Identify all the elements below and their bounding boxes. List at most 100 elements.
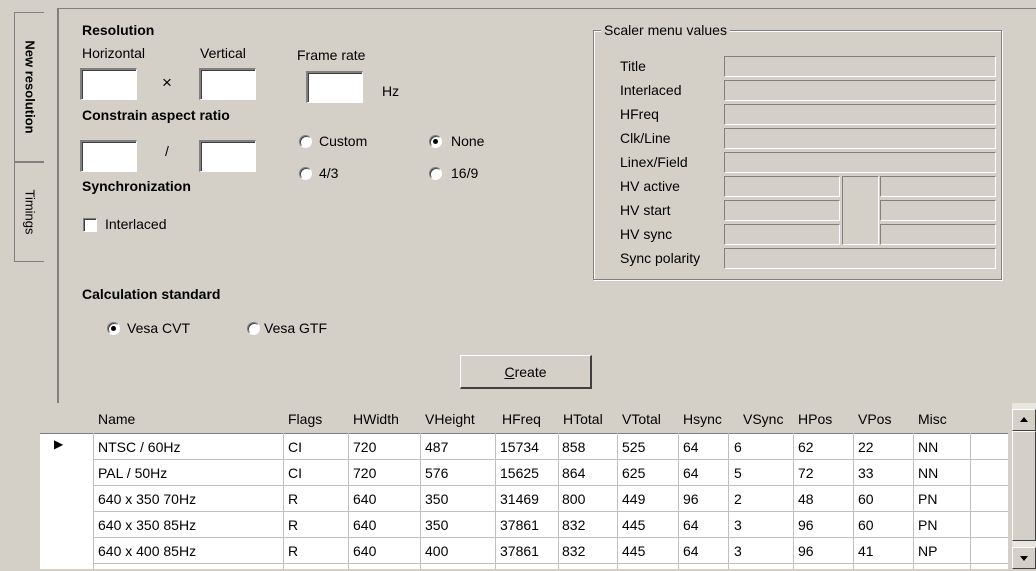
aspect-heading: Constrain aspect ratio — [82, 107, 230, 123]
cell-hwidth: 720 — [353, 439, 377, 455]
cell-flags: R — [288, 491, 299, 507]
interlaced-checkbox[interactable] — [83, 218, 97, 232]
hz-label: Hz — [382, 83, 400, 99]
col-header-hwidth[interactable]: HWidth — [353, 411, 399, 427]
cell-vheight: 487 — [425, 439, 449, 455]
resolution-table[interactable]: Name Flags HWidth VHeight HFreq HTotal V… — [40, 403, 1008, 569]
scroll-down-button[interactable] — [1012, 547, 1036, 569]
cell-flags: CI — [288, 465, 302, 481]
scaler-label-sync-polarity: Sync polarity — [620, 250, 701, 266]
scaler-value-title — [724, 56, 996, 77]
cell-name: PAL / 50Hz — [98, 465, 168, 481]
col-header-name[interactable]: Name — [98, 411, 135, 427]
scroll-up-button[interactable] — [1012, 409, 1036, 431]
col-header-htotal[interactable]: HTotal — [563, 411, 603, 427]
cell-flags: R — [288, 517, 299, 533]
cell-htotal: 800 — [562, 491, 586, 507]
aspect-4-3-label[interactable]: 4/3 — [319, 165, 338, 181]
cell-htotal: 858 — [562, 439, 586, 455]
cell-vtotal: 449 — [622, 491, 646, 507]
col-header-hpos[interactable]: HPos — [798, 411, 832, 427]
current-row-indicator: ▶ — [54, 437, 64, 451]
cell-vtotal: 625 — [622, 465, 646, 481]
vesa-cvt-label[interactable]: Vesa CVT — [127, 320, 190, 336]
cell-hfreq: 31469 — [500, 491, 539, 507]
cell-hfreq: 37861 — [500, 543, 539, 559]
aspect-4-3-radio[interactable] — [299, 167, 312, 180]
vertical-input[interactable] — [199, 68, 256, 100]
aspect-denominator-input[interactable] — [199, 140, 256, 172]
tab-new-resolution[interactable]: New resolution — [14, 12, 44, 162]
tab-timings[interactable]: Timings — [14, 162, 44, 262]
cell-hwidth: 720 — [353, 465, 377, 481]
cell-flags: CI — [288, 439, 302, 455]
vesa-cvt-radio[interactable] — [107, 322, 120, 335]
col-header-vheight[interactable]: VHeight — [425, 411, 475, 427]
cell-hsync: 64 — [683, 439, 699, 455]
scaler-value-hv-active-h — [724, 176, 840, 197]
scaler-label-hfreq: HFreq — [620, 106, 659, 122]
cell-hfreq: 15625 — [500, 465, 539, 481]
aspect-none-radio[interactable] — [429, 135, 442, 148]
cell-misc: PN — [918, 491, 938, 507]
tab-strip: New resolution Timings — [0, 0, 60, 405]
cell-vsync: 6 — [734, 439, 742, 455]
cell-vsync: 3 — [734, 543, 742, 559]
col-header-hsync[interactable]: Hsync — [683, 411, 722, 427]
cell-vheight: 576 — [425, 465, 449, 481]
col-header-hfreq[interactable]: HFreq — [502, 411, 541, 427]
col-header-vsync[interactable]: VSync — [743, 411, 783, 427]
cell-htotal: 832 — [562, 517, 586, 533]
cell-vheight: 350 — [425, 517, 449, 533]
cell-hpos: 48 — [798, 491, 814, 507]
table-header: Name Flags HWidth VHeight HFreq HTotal V… — [40, 403, 1008, 434]
scaler-value-center-box — [842, 176, 879, 245]
cell-misc: NN — [918, 439, 939, 455]
create-button-label: reate — [514, 363, 547, 380]
scaler-value-hv-active-v — [880, 176, 996, 197]
scaler-title: Scaler menu values — [601, 22, 730, 38]
col-header-vpos[interactable]: VPos — [858, 411, 891, 427]
cell-vpos: 60 — [858, 517, 874, 533]
aspect-custom-radio[interactable] — [299, 135, 312, 148]
aspect-none-label[interactable]: None — [451, 133, 484, 149]
cell-hwidth: 640 — [353, 517, 377, 533]
scaler-value-hv-start-v — [880, 200, 996, 221]
scaler-label-interlaced: Interlaced — [620, 82, 682, 98]
aspect-custom-label[interactable]: Custom — [319, 133, 367, 149]
cell-name: 640 x 400 85Hz — [98, 543, 197, 559]
col-header-vtotal[interactable]: VTotal — [622, 411, 661, 427]
vesa-gtf-radio[interactable] — [247, 322, 260, 335]
scaler-label-linex-field: Linex/Field — [620, 154, 688, 170]
vesa-gtf-label[interactable]: Vesa GTF — [264, 320, 327, 336]
interlaced-label[interactable]: Interlaced — [105, 216, 166, 232]
cell-vtotal: 445 — [622, 517, 646, 533]
col-header-flags[interactable]: Flags — [288, 411, 322, 427]
horizontal-input[interactable] — [80, 68, 137, 100]
cell-vsync: 5 — [734, 465, 742, 481]
cell-hpos: 96 — [798, 543, 814, 559]
cell-hsync: 64 — [683, 465, 699, 481]
scaler-value-interlaced — [724, 80, 996, 101]
scroll-thumb[interactable] — [1012, 431, 1036, 541]
aspect-16-9-label[interactable]: 16/9 — [451, 165, 478, 181]
cell-vpos: 41 — [858, 543, 874, 559]
arrow-up-icon — [1020, 417, 1028, 422]
col-header-misc[interactable]: Misc — [918, 411, 947, 427]
scaler-value-hfreq — [724, 104, 996, 125]
cell-hwidth: 640 — [353, 491, 377, 507]
frame-rate-input[interactable] — [306, 71, 363, 103]
cell-misc: PN — [918, 517, 938, 533]
aspect-16-9-radio[interactable] — [429, 167, 442, 180]
table-scrollbar[interactable] — [1012, 403, 1036, 569]
cell-hsync: 64 — [683, 517, 699, 533]
cell-hsync: 96 — [683, 491, 699, 507]
cell-vsync: 2 — [734, 491, 742, 507]
arrow-down-icon — [1020, 556, 1028, 561]
create-button[interactable]: Create — [460, 355, 592, 389]
aspect-numerator-input[interactable] — [80, 140, 137, 172]
cell-misc: NN — [918, 465, 939, 481]
frame-rate-label: Frame rate — [297, 47, 366, 63]
scaler-value-hv-sync-v — [880, 224, 996, 245]
cell-vpos: 60 — [858, 491, 874, 507]
